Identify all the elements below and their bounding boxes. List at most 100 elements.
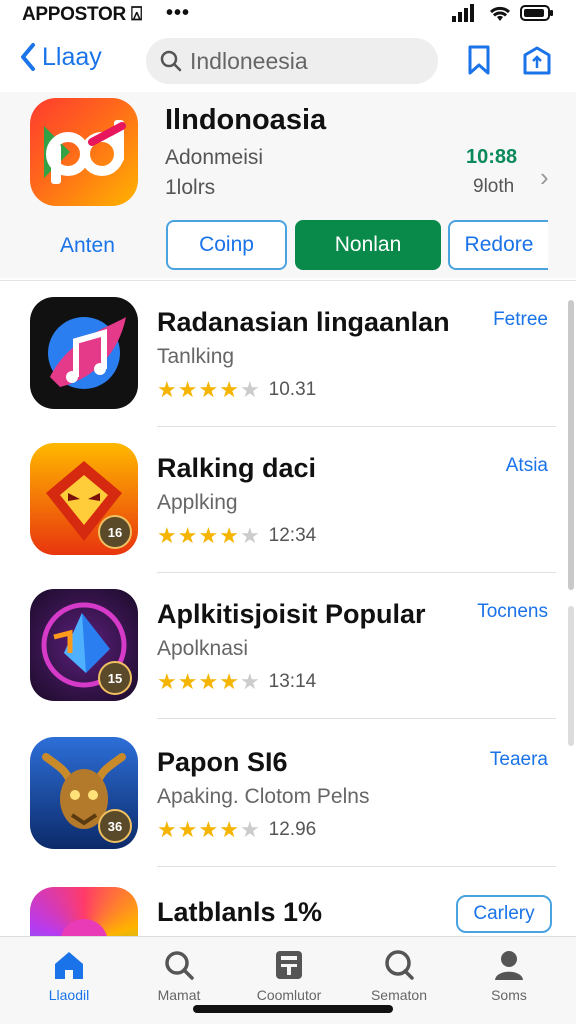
person-icon [495, 951, 523, 980]
star-rating: ★ ★ ★ ★ ★ 10.31 [157, 379, 316, 401]
featured-subtitle: Adonmeisi [165, 146, 264, 169]
star-icon: ★ [239, 377, 260, 402]
tab-label: Coomlutor [256, 987, 322, 1003]
home-indicator[interactable] [193, 1005, 393, 1013]
star-icon: ★ [219, 669, 239, 694]
star-icon: ★ [219, 817, 239, 842]
tab-label: Sematon [370, 987, 428, 1003]
featured-left-link[interactable]: Anten [60, 234, 115, 258]
age-badge: 15 [98, 661, 132, 695]
tab-label: Llaodil [48, 987, 90, 1003]
app-action-link[interactable]: Fetree [493, 309, 548, 331]
star-icon: ★ [177, 523, 198, 548]
star-icon: ★ [219, 377, 239, 402]
star-icon: ★ [198, 523, 219, 548]
star-icon: ★ [177, 669, 198, 694]
star-icon: ★ [157, 523, 177, 548]
app-name: Ralking daci [157, 453, 317, 483]
get-button[interactable]: Carlery [456, 895, 552, 933]
top-nav: Llaay Indloneesia [0, 30, 576, 92]
app-action-link[interactable]: Atsia [506, 455, 548, 477]
pd-logo-icon [44, 120, 126, 184]
app-name: Papon SI6 [157, 747, 288, 777]
install-button[interactable]: Nonlan [295, 220, 441, 270]
star-icon: ★ [239, 523, 260, 548]
search-input[interactable]: Indloneesia [146, 38, 438, 84]
list-item[interactable]: 16 Ralking daci Applking ★ ★ ★ ★ ★ 12:34 Ats… [0, 427, 576, 573]
more-dots: ••• [166, 2, 191, 24]
star-icon: ★ [239, 669, 260, 694]
featured-time: 10:88 [466, 146, 518, 168]
rainbow-circle-icon [61, 919, 107, 936]
star-rating: ★ ★ ★ ★ ★ 12.96 [157, 819, 316, 841]
comp-button[interactable]: Coinp [166, 220, 287, 270]
star-icon: ★ [219, 523, 239, 548]
rating-value: 12.96 [268, 819, 317, 840]
featured-size: 9loth [473, 176, 515, 197]
list-item[interactable]: Radanasian lingaanlan Tanlking ★ ★ ★ ★ ★ 10.… [0, 281, 576, 427]
star-icon: ★ [177, 377, 198, 402]
app-icon[interactable]: 36 [30, 737, 138, 849]
status-icons [452, 4, 554, 22]
bookmark-icon[interactable] [464, 44, 494, 76]
scrollbar-track [568, 606, 574, 746]
app-action-link[interactable]: Teaera [490, 749, 548, 771]
list-item[interactable]: Latblanls 1% Carlery [0, 871, 576, 936]
featured-app-icon[interactable] [30, 98, 138, 206]
list-item[interactable]: 15 Aplkitisjoisit Popular Apolknasi ★ ★ ★ ★… [0, 573, 576, 719]
star-icon: ★ [177, 817, 198, 842]
battery-icon [520, 5, 553, 21]
star-rating: ★ ★ ★ ★ ★ 13:14 [157, 671, 316, 693]
star-icon: ★ [157, 817, 177, 842]
featured-app: Ilndonoasia Adonmeisi 1lolrs 10:88 9loth… [0, 92, 576, 278]
list-item[interactable]: 36 Papon SI6 Apaking. Clotom Pelns ★ ★ ★ ★ ★… [0, 721, 576, 867]
rating-value: 10.31 [268, 379, 317, 400]
tab-label: Mamat [157, 987, 201, 1003]
back-button[interactable]: Llaay [20, 42, 102, 72]
search-icon [385, 950, 414, 980]
app-icon[interactable] [30, 297, 138, 409]
app-category: Apolknasi [157, 637, 249, 660]
tab-calculator[interactable]: Coomlutor [234, 947, 344, 1003]
home-icon [55, 952, 83, 979]
tab-profile[interactable]: Soms [454, 947, 564, 1003]
tab-label: Soms [491, 987, 527, 1003]
status-bar: APPOSTOR ⍓ ••• [0, 0, 576, 30]
calculator-icon [276, 951, 302, 979]
star-rating: ★ ★ ★ ★ ★ 12:34 [157, 525, 316, 547]
app-category: Applking [157, 491, 238, 514]
star-icon: ★ [157, 377, 177, 402]
divider [157, 718, 556, 719]
share-icon[interactable] [522, 44, 552, 76]
scrollbar[interactable] [568, 300, 574, 590]
app-category: Tanlking [157, 345, 235, 368]
app-name: Radanasian lingaanlan [157, 307, 450, 337]
rating-value: 12:34 [268, 525, 317, 546]
star-icon: ★ [198, 817, 219, 842]
carrier-label: APPOSTOR ⍓ [22, 4, 142, 25]
redore-button[interactable]: Redore [448, 220, 548, 270]
tab-search[interactable]: Mamat [124, 947, 234, 1003]
app-icon[interactable]: 15 [30, 589, 138, 701]
star-icon: ★ [239, 817, 260, 842]
app-icon[interactable] [30, 887, 138, 936]
search-icon [160, 50, 182, 72]
tab-sematon[interactable]: Sematon [344, 947, 454, 1003]
star-icon: ★ [198, 669, 219, 694]
app-list: Radanasian lingaanlan Tanlking ★ ★ ★ ★ ★ 10.… [0, 280, 576, 936]
app-category: Apaking. Clotom Pelns [157, 785, 370, 808]
app-name: Latblanls 1% [157, 897, 323, 927]
music-note-icon [48, 317, 126, 389]
featured-title: Ilndonoasia [165, 104, 327, 136]
rating-value: 13:14 [268, 671, 317, 692]
tab-home[interactable]: Llaodil [14, 947, 124, 1003]
age-badge: 16 [98, 515, 132, 549]
star-icon: ★ [157, 669, 177, 694]
chevron-right-icon[interactable]: › [540, 162, 549, 193]
back-label: Llaay [42, 42, 102, 71]
app-icon[interactable]: 16 [30, 443, 138, 555]
chevron-left-icon [21, 43, 35, 71]
wifi-icon [489, 6, 511, 21]
app-action-link[interactable]: Tocnens [477, 601, 548, 623]
divider [157, 866, 556, 867]
